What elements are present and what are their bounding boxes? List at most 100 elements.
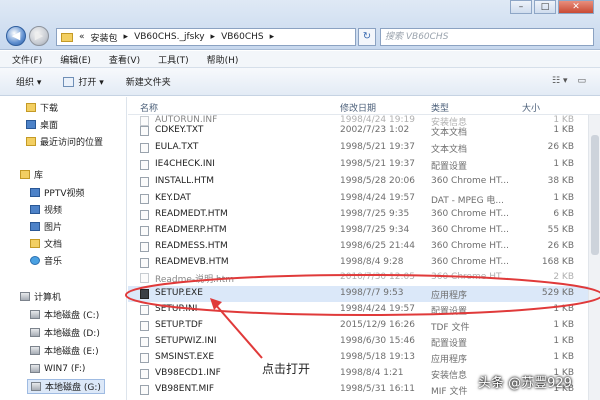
- table-row[interactable]: CDKEY.TXT 2002/7/23 1:02 文本文档 1 KB: [128, 123, 588, 139]
- file-date: 1998/7/7 9:53: [340, 288, 404, 298]
- file-date: 1998/8/4 9:28: [340, 257, 404, 267]
- scrollbar-thumb[interactable]: [591, 135, 599, 255]
- sidebar-item-drive-c[interactable]: 本地磁盘 (C:): [30, 307, 99, 322]
- file-size: 26 KB: [547, 142, 574, 152]
- sidebar-item-pptv[interactable]: PPTV视频: [30, 185, 85, 200]
- file-list: 名称 修改日期 类型 大小 AUTORUN.INF 1998/4/24 19:1…: [128, 97, 600, 400]
- file-date: 2010/7/30 12:05: [340, 272, 415, 282]
- sidebar-item-label: 音乐: [44, 257, 63, 267]
- sidebar-item-desktop[interactable]: 桌面: [26, 117, 58, 132]
- file-type: DAT - MPEG 电...: [431, 196, 504, 206]
- sidebar-item-label: 本地磁盘 (E:): [44, 347, 99, 357]
- file-icon: [140, 321, 149, 331]
- forward-button[interactable]: ▶: [29, 26, 49, 46]
- file-type: 应用程序: [431, 291, 468, 301]
- organize-button[interactable]: 组织 ▾: [16, 75, 41, 88]
- table-row[interactable]: Readme-说明.htm 2010/7/30 12:05 360 Chrome…: [128, 270, 588, 286]
- menu-file[interactable]: 文件(F): [12, 53, 42, 66]
- sidebar-item-label: 本地磁盘 (D:): [44, 329, 100, 339]
- file-icon: [140, 194, 149, 204]
- sidebar-item-recent[interactable]: 最近访问的位置: [26, 134, 103, 149]
- sidebar-item-computer[interactable]: 计算机: [20, 289, 61, 304]
- video-icon: [30, 188, 40, 197]
- table-row[interactable]: KEY.DAT 1998/4/24 19:57 DAT - MPEG 电... …: [128, 191, 588, 207]
- sidebar-item-drive-e[interactable]: 本地磁盘 (E:): [30, 343, 99, 358]
- view-icon[interactable]: ☷ ▾: [552, 76, 567, 86]
- sidebar-item-label: 文档: [44, 240, 63, 250]
- sidebar-item-pictures[interactable]: 图片: [30, 219, 62, 234]
- file-icon: [140, 177, 149, 187]
- file-name: READMEVB.HTM: [155, 257, 229, 267]
- table-row[interactable]: SETUP.INI 1998/4/24 19:57 配置设置 1 KB: [128, 302, 588, 318]
- back-button[interactable]: ◀: [6, 26, 26, 46]
- maximize-button[interactable]: □: [534, 0, 556, 14]
- sidebar-item-videos[interactable]: 视频: [30, 202, 62, 217]
- file-name: VB98ECD1.INF: [155, 368, 221, 378]
- open-label: 打开 ▾: [78, 78, 104, 88]
- file-size: 1 KB: [553, 336, 574, 346]
- menu-help[interactable]: 帮助(H): [207, 53, 239, 66]
- sidebar-item-label: 最近访问的位置: [40, 138, 104, 148]
- file-type: 文本文档: [431, 128, 468, 138]
- table-row-setup-exe[interactable]: SETUP.EXE 1998/7/7 9:53 应用程序 529 KB: [128, 286, 588, 302]
- menu-edit[interactable]: 编辑(E): [60, 53, 91, 66]
- file-type: 360 Chrome HT...: [431, 225, 509, 235]
- breadcrumb-item-vb60chs[interactable]: VB60CHS: [221, 32, 264, 42]
- drive-icon: [30, 328, 40, 337]
- minimize-button[interactable]: –: [510, 0, 532, 14]
- refresh-icon[interactable]: ↻: [358, 28, 376, 46]
- file-type: 360 Chrome HT...: [431, 209, 509, 219]
- file-date: 1998/4/24 19:57: [340, 304, 415, 314]
- sidebar-item-drive-f[interactable]: WIN7 (F:): [30, 361, 85, 376]
- sidebar-item-downloads[interactable]: 下载: [26, 100, 58, 115]
- sidebar-item-label: 库: [34, 171, 44, 181]
- file-name: IE4CHECK.INI: [155, 159, 215, 169]
- file-date: 1998/5/21 19:37: [340, 142, 415, 152]
- drive-icon: [31, 382, 41, 391]
- file-icon: [140, 160, 149, 170]
- address-bar[interactable]: « 安装包 ▸ VB60CHS._jfsky ▸ VB60CHS ▸: [56, 28, 356, 46]
- breadcrumb-separator: ▸: [210, 32, 216, 42]
- table-row[interactable]: SETUPWIZ.INI 1998/6/30 15:46 配置设置 1 KB: [128, 334, 588, 350]
- table-row[interactable]: IE4CHECK.INI 1998/5/21 19:37 配置设置 1 KB: [128, 157, 588, 173]
- table-row[interactable]: SETUP.TDF 2015/12/9 16:26 TDF 文件 1 KB: [128, 318, 588, 334]
- table-row[interactable]: READMEDT.HTM 1998/7/25 9:35 360 Chrome H…: [128, 207, 588, 223]
- vertical-scrollbar[interactable]: [588, 115, 600, 400]
- table-row[interactable]: READMEVB.HTM 1998/8/4 9:28 360 Chrome HT…: [128, 255, 588, 271]
- video-icon: [30, 205, 40, 214]
- close-button[interactable]: ✕: [558, 0, 594, 14]
- preview-pane-icon[interactable]: ▭: [577, 76, 586, 86]
- new-folder-label: 新建文件夹: [125, 78, 171, 88]
- view-options[interactable]: ☷ ▾ ▭: [552, 76, 586, 86]
- file-size: 1 KB: [553, 304, 574, 314]
- library-icon: [20, 170, 30, 179]
- table-row[interactable]: EULA.TXT 1998/5/21 19:37 文本文档 26 KB: [128, 140, 588, 156]
- sidebar-item-drive-g[interactable]: 本地磁盘 (G:): [27, 379, 105, 394]
- menu-tools[interactable]: 工具(T): [158, 53, 189, 66]
- file-date: 1998/8/4 1:21: [340, 368, 404, 378]
- sidebar-item-documents[interactable]: 文档: [30, 236, 62, 251]
- table-row[interactable]: READMESS.HTM 1998/6/25 21:44 360 Chrome …: [128, 239, 588, 255]
- sidebar-item-label: 本地磁盘 (C:): [44, 311, 100, 321]
- table-row[interactable]: INSTALL.HTM 1998/5/28 20:06 360 Chrome H…: [128, 174, 588, 190]
- sidebar-item-drive-d[interactable]: 本地磁盘 (D:): [30, 325, 100, 340]
- open-button[interactable]: 打开 ▾: [63, 75, 104, 88]
- picture-icon: [30, 222, 40, 231]
- breadcrumb-item-installer[interactable]: 安装包: [91, 31, 118, 44]
- file-size: 1 KB: [553, 320, 574, 330]
- table-row[interactable]: SMSINST.EXE 1998/5/18 19:13 应用程序 1 KB: [128, 350, 588, 366]
- new-folder-button[interactable]: 新建文件夹: [126, 75, 171, 88]
- file-icon: [140, 273, 149, 283]
- menu-view[interactable]: 查看(V): [109, 53, 140, 66]
- file-icon: [140, 353, 149, 363]
- file-name: READMERP.HTM: [155, 225, 227, 235]
- file-date: 2015/12/9 16:26: [340, 320, 415, 330]
- breadcrumb-item-vb60chs-jfsky[interactable]: VB60CHS._jfsky: [134, 32, 204, 42]
- sidebar-item-label: WIN7 (F:): [44, 363, 86, 374]
- recent-icon: [26, 137, 36, 146]
- file-type: 360 Chrome HT...: [431, 241, 509, 251]
- search-input[interactable]: 搜索 VB60CHS: [380, 28, 594, 46]
- sidebar-item-library[interactable]: 库: [20, 167, 43, 182]
- sidebar-item-music[interactable]: 音乐: [30, 253, 62, 268]
- table-row[interactable]: READMERP.HTM 1998/7/25 9:34 360 Chrome H…: [128, 223, 588, 239]
